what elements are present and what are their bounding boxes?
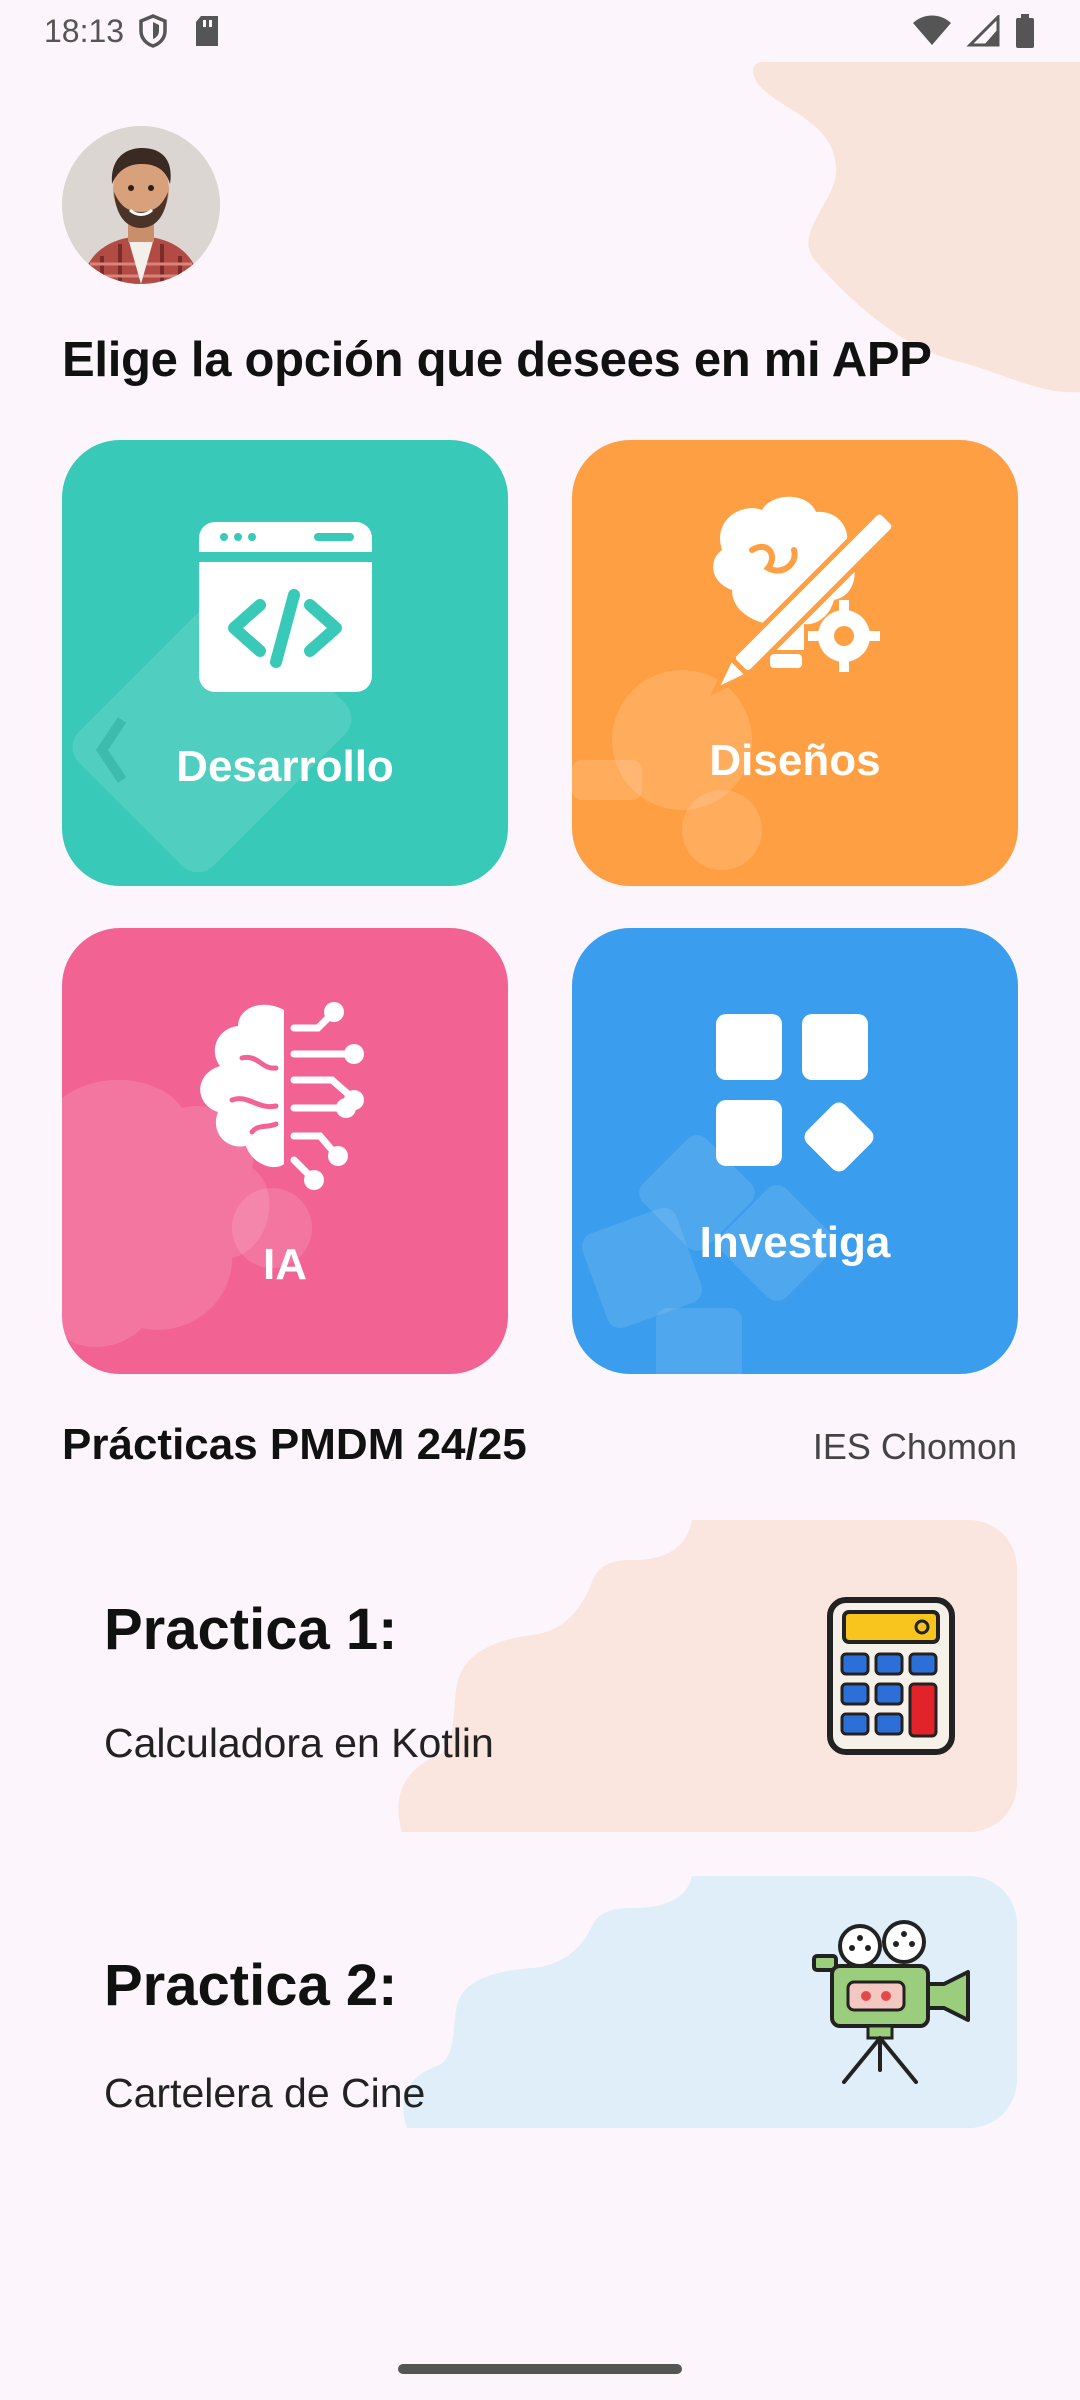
home-indicator[interactable] — [398, 2364, 682, 2374]
status-bar: 18:13 — [0, 0, 1080, 62]
code-window-icon — [199, 522, 372, 692]
tile-label: Diseños — [709, 736, 881, 785]
movie-camera-icon — [812, 1920, 970, 2084]
user-avatar[interactable] — [62, 126, 220, 284]
practice-description: Cartelera de Cine — [104, 2070, 426, 2116]
wifi-icon — [913, 15, 951, 45]
practice-description: Calculadora en Kotlin — [104, 1720, 494, 1766]
practice-title: Practica 1: — [104, 1597, 398, 1662]
section-title: Prácticas PMDM 24/25 — [62, 1420, 527, 1469]
creative-design-icon — [710, 496, 897, 696]
battery-icon — [1016, 14, 1034, 48]
page-title: Elige la opción que desees en mi APP — [62, 333, 932, 387]
practice-card-1[interactable]: Practica 1: Calculadora en Kotlin — [62, 1520, 1017, 1832]
calculator-icon — [827, 1597, 955, 1755]
tile-label: Desarrollo — [176, 742, 394, 791]
tile-label: Investiga — [699, 1218, 891, 1267]
tile-disenos[interactable]: Diseños — [572, 440, 1018, 886]
tile-ia[interactable]: IA — [62, 928, 508, 1374]
apps-grid-icon — [716, 1014, 874, 1172]
tile-investiga[interactable]: Investiga — [572, 928, 1018, 1374]
status-time: 18:13 — [44, 12, 125, 49]
practice-card-2[interactable]: Practica 2: Cartelera de Cine — [62, 1876, 1017, 2128]
tile-desarrollo[interactable]: Desarrollo — [62, 440, 508, 886]
sd-card-icon — [196, 16, 219, 46]
shield-icon — [139, 14, 167, 48]
practice-title: Practica 2: — [104, 1953, 398, 2018]
section-subtitle: IES Chomon — [812, 1426, 1017, 1467]
ai-brain-icon — [200, 1002, 364, 1190]
signal-icon — [966, 15, 1000, 47]
tile-label: IA — [263, 1240, 307, 1289]
section-header: Prácticas PMDM 24/25 IES Chomon — [62, 1420, 1017, 1470]
